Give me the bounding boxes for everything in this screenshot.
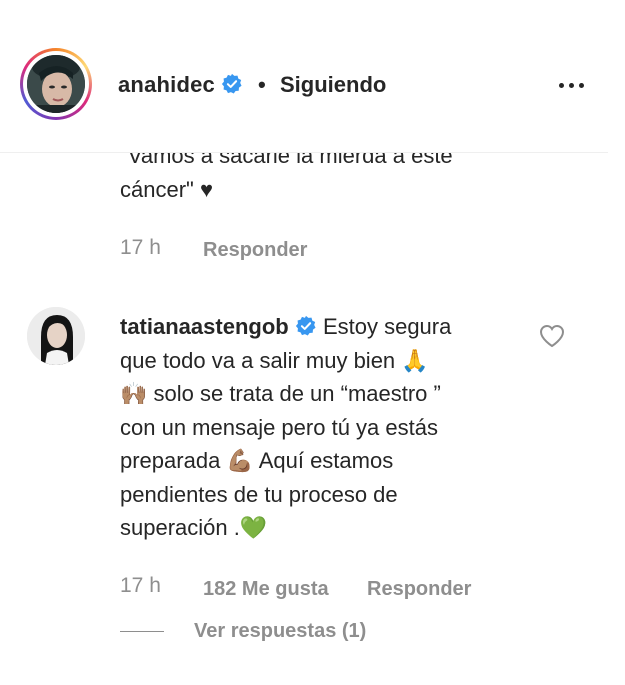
comment1-reply-button[interactable]: Responder: [203, 239, 307, 262]
comment-line: que todo va a salir muy bien 🙏: [120, 347, 429, 373]
comment-line: pendientes de tu proceso de: [120, 481, 398, 507]
post-header: anahidec • Siguiendo: [0, 0, 608, 153]
verified-badge-icon: [221, 73, 243, 95]
comment1-text-line2: cáncer" ♥: [120, 177, 214, 202]
separator-dot: •: [258, 72, 266, 97]
comment-line: superación .💚: [120, 515, 268, 540]
post-author-username[interactable]: anahidec: [118, 72, 243, 98]
comment-line: 🙌🏽 solo se trata de un “maestro ”: [120, 381, 441, 406]
commenter-username[interactable]: tatianaastengob: [120, 314, 289, 339]
comment2-reply-button[interactable]: Responder: [367, 578, 471, 601]
view-replies-button[interactable]: Ver respuestas (1): [194, 620, 366, 643]
following-button[interactable]: Siguiendo: [280, 72, 386, 98]
like-heart-icon[interactable]: [539, 324, 567, 350]
comment2-text: tatianaastengob Estoy segura que todo va…: [120, 310, 520, 545]
comment2-time: 17 h: [120, 574, 161, 597]
avatar[interactable]: [27, 55, 85, 113]
comment-line: con un mensaje pero tú ya estás: [120, 414, 438, 440]
comment-line: preparada 💪🏽 Aquí estamos: [120, 448, 394, 473]
replies-divider: [120, 631, 164, 632]
comment-line: Estoy segura: [322, 314, 452, 339]
username-text[interactable]: anahidec: [118, 72, 215, 97]
story-ring-avatar[interactable]: [20, 48, 92, 120]
comment1-time: 17 h: [120, 236, 161, 259]
commenter-avatar[interactable]: [27, 307, 85, 365]
verified-badge-icon: [295, 313, 317, 336]
more-options-icon[interactable]: [556, 72, 588, 98]
comment2-likes-count[interactable]: 182 Me gusta: [203, 578, 329, 601]
